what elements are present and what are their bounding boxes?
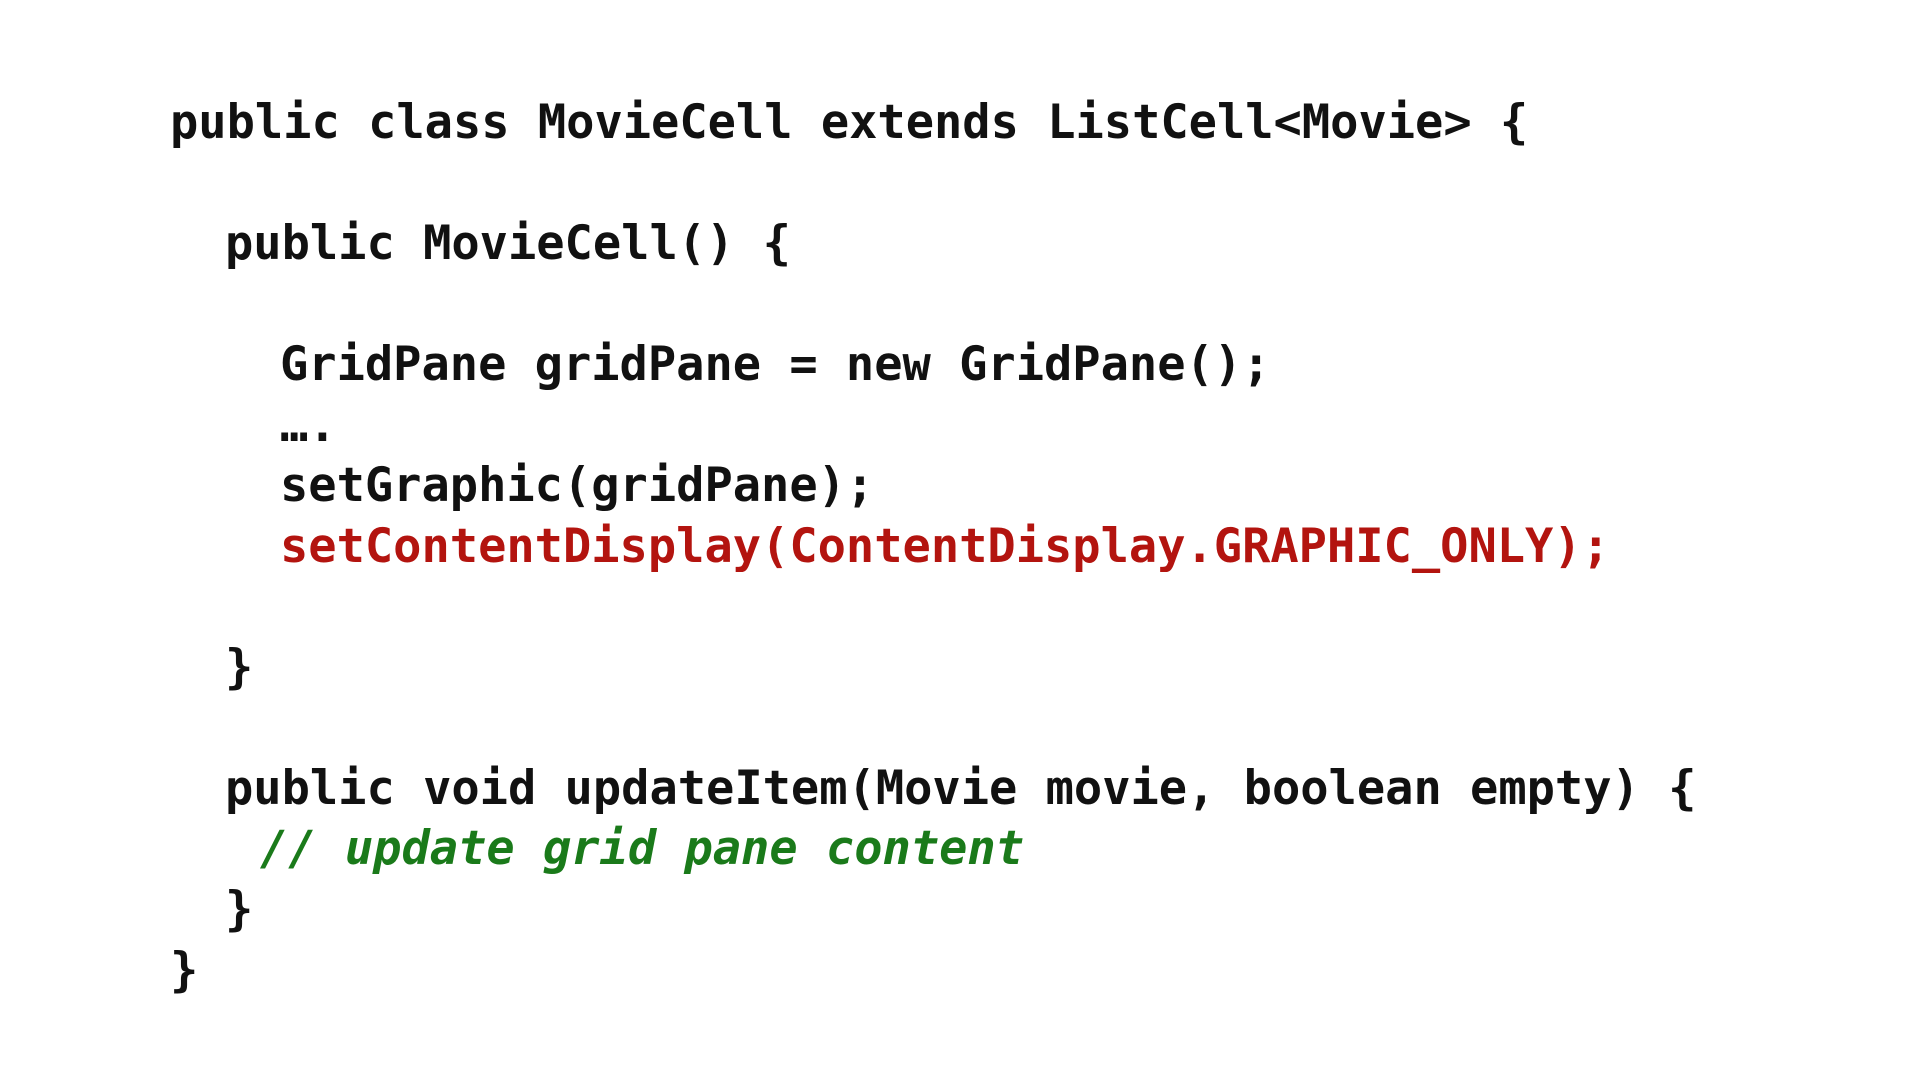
set-content-display-line: setContentDisplay(ContentDisplay.GRAPHIC… <box>280 519 1610 574</box>
gridpane-declaration-line: GridPane gridPane = new GridPane(); <box>280 337 1271 392</box>
update-item-declaration-line: public void updateItem(Movie movie, bool… <box>225 761 1697 816</box>
update-comment-line: // update grid pane content <box>260 821 1025 876</box>
update-item-close-brace: } <box>225 882 254 937</box>
code-slide: public class MovieCell extends ListCell<… <box>0 0 1920 1080</box>
set-graphic-line: setGraphic(gridPane); <box>280 458 875 513</box>
constructor-close-brace: } <box>225 640 254 695</box>
constructor-declaration-line: public MovieCell() { <box>225 216 791 271</box>
class-declaration-line: public class MovieCell extends ListCell<… <box>170 95 1529 150</box>
ellipsis-line: …. <box>280 398 337 453</box>
class-close-brace: } <box>170 943 199 998</box>
